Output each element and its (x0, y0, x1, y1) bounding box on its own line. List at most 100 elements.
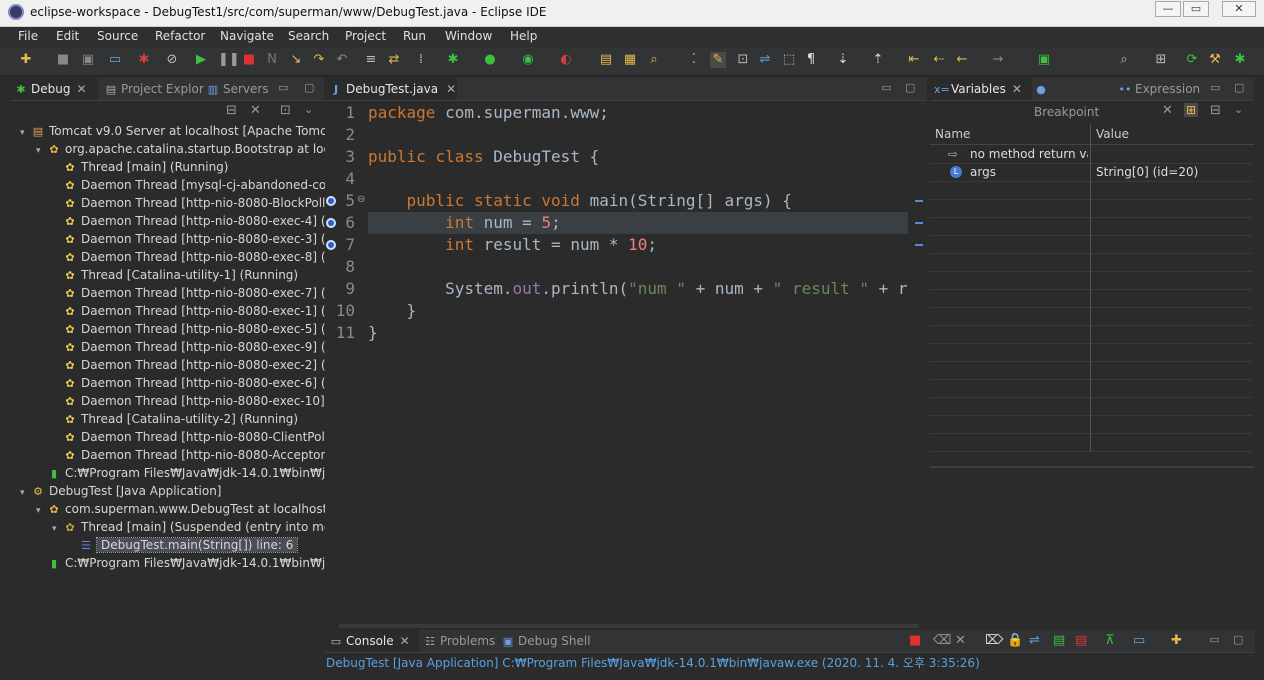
maximize-view-icon[interactable]: ▢ (1234, 81, 1244, 94)
open-console-icon[interactable]: ✚ (1171, 633, 1182, 648)
tab-project-explorer[interactable]: ▤ Project Explor (100, 78, 204, 100)
show-type-names-icon[interactable]: ⊞ (1184, 103, 1199, 117)
remove-all-terminated-icon[interactable]: ✕ (955, 633, 966, 648)
breakpoint-marker-icon[interactable] (326, 196, 336, 206)
collapse-all-icon[interactable]: ⊟ (1210, 103, 1221, 118)
code-editor[interactable]: 1 package com.superman.www; 2 3 public class… (325, 101, 927, 626)
fold-toggle-icon[interactable]: ⊖ (357, 194, 365, 205)
show-whitespace-icon[interactable]: ⬚ (781, 52, 797, 68)
minimize-view-icon[interactable]: ▭ (278, 81, 288, 94)
highlight-icon[interactable]: ✎ (710, 52, 726, 68)
run-icon[interactable]: ● (482, 52, 498, 68)
debug-tree-item[interactable]: ▾ ▤ Tomcat v9.0 Server at localhost [Apach… (20, 122, 343, 140)
breakpoint-marker-icon[interactable] (326, 240, 336, 250)
debug-tree-item[interactable]: ✿ Daemon Thread [http-nio-8080-exec-1] (R… (52, 302, 341, 320)
save-icon[interactable]: ■ (55, 52, 71, 68)
save-all-icon[interactable]: ▣ (80, 52, 96, 68)
variable-row[interactable]: Largs String[0] (id=20) (930, 163, 1252, 182)
external-tools-icon[interactable]: ◐ (558, 52, 574, 68)
debug-tree-item[interactable]: ▾ ✿ com.superman.www.DebugTest at localhos… (36, 500, 347, 518)
display-console-icon[interactable]: ▭ (1133, 633, 1145, 648)
tab-expressions[interactable]: •• Expression (1114, 78, 1208, 100)
debug-tree-item[interactable]: ✿ Daemon Thread [http-nio-8080-ClientPoll… (52, 428, 340, 446)
tab-variables[interactable]: x=Variables ✕ (930, 78, 1032, 100)
variable-row[interactable]: ⇨ no method return valu (930, 145, 1252, 164)
view-menu-icon[interactable]: ⌄ (1234, 103, 1243, 116)
prev-annotation-icon[interactable]: ⇡ (870, 52, 886, 68)
pin-icon[interactable]: ▣ (1036, 52, 1052, 68)
tab-breakpoints[interactable]: ●Breakpoint (1030, 78, 1116, 119)
expand-toggle-icon[interactable]: ▾ (52, 520, 62, 538)
menu-refactor[interactable]: Refactor (155, 29, 205, 43)
debug-tree-item[interactable]: ✿ Thread [main] (Running) (52, 158, 228, 176)
remove-launch-icon[interactable]: ⌫ (933, 633, 951, 648)
clear-console-icon[interactable]: ⌦ (985, 633, 1003, 648)
resume-icon[interactable]: ▶ (193, 52, 209, 68)
word-wrap-icon[interactable]: ⇌ (1029, 633, 1040, 648)
variable-row[interactable] (930, 253, 1252, 272)
horizontal-scrollbar[interactable] (339, 624, 919, 628)
column-value-header[interactable]: Value (1096, 127, 1129, 141)
use-step-filters-icon[interactable]: ⇄ (386, 52, 402, 68)
menu-window[interactable]: Window (445, 29, 492, 43)
last-edit-icon[interactable]: ⇤ (906, 52, 922, 68)
open-type-icon[interactable]: ▦ (622, 52, 638, 68)
close-button[interactable]: ✕ (1222, 1, 1256, 17)
skip-breakpoints-icon[interactable]: ⊘ (164, 52, 180, 68)
tab-problems[interactable]: ☷ Problems (419, 630, 499, 652)
maximize-editor-icon[interactable]: ▢ (905, 81, 915, 94)
tab-debug-shell[interactable]: ▣ Debug Shell (497, 630, 597, 652)
java-ee-perspective-icon[interactable]: ⚒ (1207, 52, 1223, 68)
show-on-stdout-icon[interactable]: ▤ (1053, 633, 1065, 648)
toggle-icon[interactable]: ⁞ (413, 52, 429, 68)
debug-icon[interactable]: ✱ (445, 52, 461, 68)
tab-servers[interactable]: ▥ Servers (202, 78, 278, 100)
word-wrap-icon[interactable]: ⇌ (757, 52, 773, 68)
menu-search[interactable]: Search (288, 29, 329, 43)
expand-toggle-icon[interactable]: ▾ (20, 124, 30, 142)
menu-project[interactable]: Project (345, 29, 386, 43)
minimize-button[interactable]: — (1155, 1, 1181, 17)
menu-file[interactable]: File (18, 29, 38, 43)
variable-row[interactable] (930, 235, 1252, 254)
debug-tree-item[interactable]: ✿ Daemon Thread [http-nio-8080-exec-6] (R… (52, 374, 341, 392)
expand-toggle-icon[interactable]: ▾ (36, 142, 46, 160)
debug-tree-item[interactable]: ▾ ✿ org.apache.catalina.startup.Bootstrap … (36, 140, 367, 158)
overview-ruler-marker[interactable] (915, 244, 923, 246)
tab-debug[interactable]: ✱ Debug ✕ (10, 78, 98, 100)
remove-all-icon[interactable]: ✕ (1162, 103, 1173, 118)
variable-row[interactable] (930, 199, 1252, 218)
tab-console[interactable]: ▭ Console ✕ (325, 630, 419, 652)
menu-edit[interactable]: Edit (56, 29, 79, 43)
format-icon[interactable]: ⁚ (686, 52, 702, 68)
debug-tree-item[interactable]: ✿ Daemon Thread [http-nio-8080-exec-3] (R… (52, 230, 341, 248)
back-icon[interactable]: ⇠ (931, 52, 947, 68)
breakpoint-marker-icon[interactable] (326, 218, 336, 228)
debug-skip-icon[interactable]: ✱ (136, 52, 152, 68)
close-icon[interactable]: ✕ (76, 82, 86, 96)
menu-source[interactable]: Source (97, 29, 138, 43)
terminate-icon[interactable]: ■ (241, 52, 257, 68)
debug-tree-item[interactable]: ✿ Daemon Thread [http-nio-8080-exec-4] (R… (52, 212, 341, 230)
details-divider[interactable] (930, 466, 1254, 468)
variable-row[interactable] (930, 181, 1252, 200)
close-icon[interactable]: ✕ (400, 634, 410, 648)
overview-ruler-marker[interactable] (915, 200, 923, 202)
drop-to-frame-icon[interactable]: ≡ (363, 52, 379, 68)
debug-tree-item[interactable]: ✿ Daemon Thread [http-nio-8080-exec-7] (R… (52, 284, 341, 302)
debug-view-options-icon[interactable]: ⊡ (280, 103, 291, 118)
maximize-view-icon[interactable]: ▢ (1233, 633, 1243, 646)
maximize-view-icon[interactable]: ▢ (304, 81, 314, 94)
debug-tree-item[interactable]: ✿ Daemon Thread [http-nio-8080-exec-8] (R… (52, 248, 341, 266)
suspend-icon[interactable]: ❚❚ (218, 52, 240, 68)
variable-row[interactable] (930, 217, 1252, 236)
variable-row[interactable] (930, 271, 1252, 290)
debug-tree-item[interactable]: ✿ Daemon Thread [http-nio-8080-BlockPolle… (52, 194, 342, 212)
search-icon[interactable]: ⌕ (1116, 52, 1132, 68)
debug-tree-item[interactable]: ▾ ✿ Thread [main] (Suspended (entry into m… (52, 518, 351, 536)
debug-tree-item[interactable]: ✿ Daemon Thread [http-nio-8080-exec-2] (R… (52, 356, 341, 374)
view-menu-icon[interactable]: ⌄ (304, 103, 313, 116)
new-java-project-icon[interactable]: ▤ (598, 52, 614, 68)
debug-tree-item[interactable]: ✿ Daemon Thread [http-nio-8080-exec-9] (R… (52, 338, 341, 356)
column-name-header[interactable]: Name (935, 127, 970, 141)
